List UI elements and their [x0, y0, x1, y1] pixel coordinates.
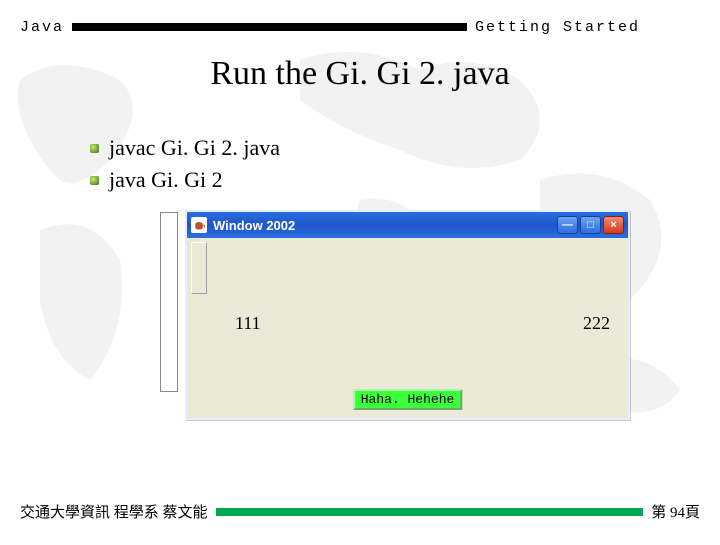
close-icon: ×	[610, 219, 616, 231]
header-rule	[72, 23, 467, 31]
header-right: Getting Started	[475, 19, 640, 36]
maximize-button[interactable]: □	[580, 216, 601, 234]
haha-button[interactable]: Haha. Hehehe	[353, 389, 463, 410]
java-icon	[191, 217, 207, 233]
bullet-text: javac Gi. Gi 2. java	[109, 135, 280, 161]
footer-page: 第 94頁	[651, 501, 700, 522]
panel-box	[191, 242, 207, 294]
java-window: Window 2002 — □ × 111 222 Haha. Hehehe	[185, 210, 630, 420]
header-left: Java	[20, 19, 64, 36]
close-button[interactable]: ×	[603, 216, 624, 234]
label-111: 111	[235, 313, 261, 334]
minimize-button[interactable]: —	[557, 216, 578, 234]
list-item: javac Gi. Gi 2. java	[90, 135, 280, 161]
bullet-icon	[90, 176, 99, 185]
window-titlebar[interactable]: Window 2002 — □ ×	[187, 212, 628, 238]
window-title: Window 2002	[213, 218, 557, 233]
window-client-area: 111 222 Haha. Hehehe	[187, 238, 628, 418]
list-item: java Gi. Gi 2	[90, 167, 280, 193]
bullet-icon	[90, 144, 99, 153]
footer-bar: 交通大學資訊 程學系 蔡文能 第 94頁	[20, 501, 700, 522]
footer-rule	[216, 508, 644, 516]
header-bar: Java Getting Started	[20, 22, 700, 32]
footer-left: 交通大學資訊 程學系 蔡文能	[20, 501, 208, 522]
minimize-icon: —	[562, 219, 573, 231]
scrollbar-placeholder	[160, 212, 178, 392]
maximize-icon: □	[587, 219, 594, 231]
slide-title: Run the Gi. Gi 2. java	[0, 55, 720, 93]
bullet-text: java Gi. Gi 2	[109, 167, 223, 193]
label-222: 222	[583, 313, 610, 334]
bullet-list: javac Gi. Gi 2. java java Gi. Gi 2	[90, 135, 280, 199]
